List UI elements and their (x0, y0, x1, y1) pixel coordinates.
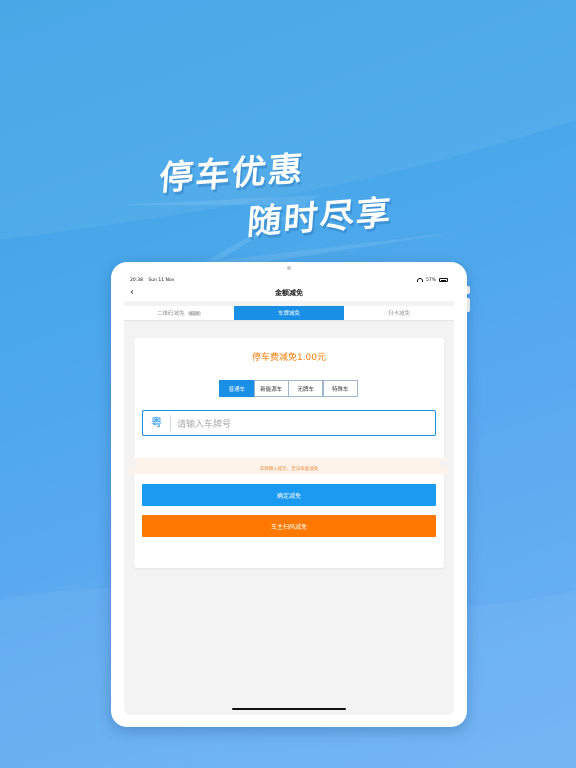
tablet-frame: 20:38 Sun 11 Nov 57% ‹ 金额减免 二维码减免 NEW 车牌… (111, 262, 470, 727)
status-bar: 20:38 Sun 11 Nov 57% (124, 275, 454, 285)
vehicle-type-new-energy[interactable]: 新能源车 (253, 380, 289, 397)
page-title: 金额减免 (275, 289, 303, 297)
status-time: 20:38 (130, 277, 143, 283)
province-selector[interactable]: 粤 (143, 415, 171, 431)
camera-dot (287, 266, 291, 270)
hint-text: 车牌输入提示，无法恢复减免 (259, 467, 319, 472)
hint-row: 车牌输入提示，无法恢复减免 (130, 458, 448, 474)
plate-input[interactable]: 粤 请输入车牌号 (142, 410, 436, 436)
confirm-reduction-button[interactable]: 确定减免 (142, 484, 436, 506)
battery-icon (439, 278, 448, 282)
tab-card[interactable]: 扫卡减免 (344, 306, 454, 320)
tab-label: 扫卡减免 (387, 311, 410, 317)
tab-bar: 二维码减免 NEW 车牌减免 扫卡减免 (124, 306, 454, 321)
fee-title: 停车费减免1.00元 (251, 353, 327, 363)
notch (130, 460, 138, 468)
tab-label: 车牌减免 (277, 311, 300, 317)
side-button (467, 286, 470, 294)
battery-percent: 57% (425, 277, 436, 283)
home-indicator (232, 708, 346, 710)
plate-placeholder: 请输入车牌号 (177, 419, 232, 430)
new-badge: NEW (187, 310, 201, 316)
notch (440, 460, 448, 468)
headline-line1: 停车优惠 (157, 149, 306, 199)
vehicle-type-group: 普通车 新能源车 无牌车 特殊车 (219, 380, 358, 397)
app-screen: 20:38 Sun 11 Nov 57% ‹ 金额减免 二维码减免 NEW 车牌… (124, 275, 454, 715)
status-date: Sun 11 Nov (148, 277, 175, 283)
vehicle-type-regular[interactable]: 普通车 (219, 380, 255, 397)
tab-label: 二维码减免 (157, 311, 185, 317)
vehicle-type-special[interactable]: 特殊车 (322, 380, 358, 397)
nav-bar: ‹ 金额减免 (124, 285, 454, 301)
tab-plate[interactable]: 车牌减免 (234, 306, 344, 320)
chevron-left-icon[interactable]: ‹ (130, 288, 134, 298)
wifi-icon (416, 278, 423, 282)
side-button (467, 298, 470, 312)
vehicle-type-no-plate[interactable]: 无牌车 (288, 380, 324, 397)
reduction-card: 停车费减免1.00元 普通车 新能源车 无牌车 特殊车 粤 请输入车牌号 车牌输… (130, 338, 448, 568)
tab-qrcode[interactable]: 二维码减免 NEW (124, 306, 234, 320)
headline-line2: 随时尽享 (245, 193, 394, 243)
owner-scan-button[interactable]: 车主扫码减免 (142, 515, 436, 537)
